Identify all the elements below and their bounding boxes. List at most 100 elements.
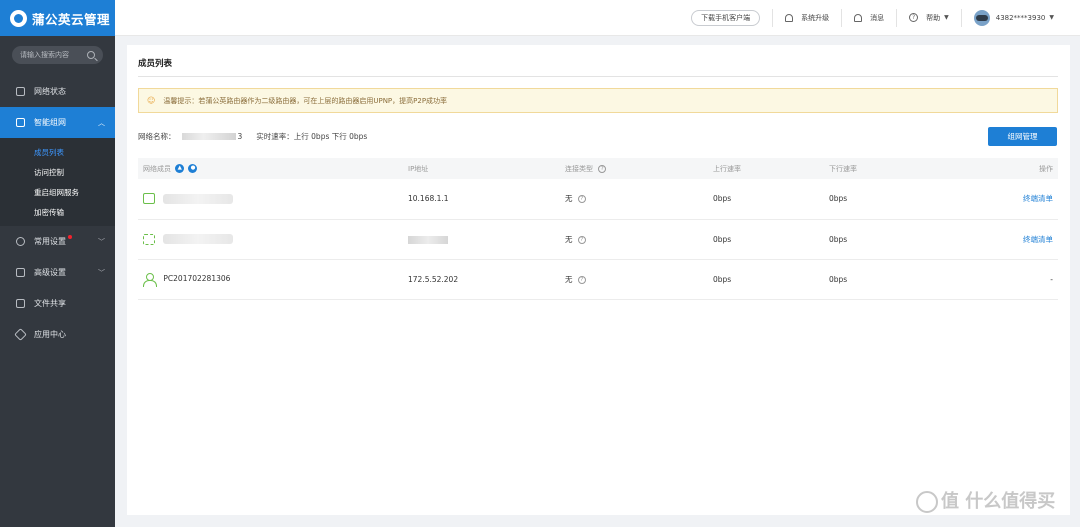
type-cell: 无 ? bbox=[560, 179, 708, 220]
caret-down-icon: ▼ bbox=[1049, 14, 1054, 21]
messages-link[interactable]: 消息 bbox=[841, 8, 896, 27]
help-label: 帮助 bbox=[926, 13, 941, 22]
download-cell: 0bps bbox=[824, 179, 974, 220]
help-icon[interactable]: ? bbox=[577, 235, 586, 244]
smart-network-icon bbox=[16, 118, 25, 127]
action-cell: 终端清单 bbox=[974, 179, 1058, 220]
upload-cell: 0bps bbox=[708, 179, 824, 220]
column-header-action: 操作 bbox=[974, 158, 1058, 179]
sidebar-subitem-member-list[interactable]: 成员列表 bbox=[0, 142, 115, 162]
avatar bbox=[973, 9, 990, 26]
type-cell: 无 ? bbox=[560, 219, 708, 260]
sidebar-item-smart-network[interactable]: 智能组网 ︿ bbox=[0, 107, 115, 138]
bell-icon bbox=[854, 13, 863, 22]
column-label: 网络成员 bbox=[143, 164, 171, 173]
logo-bar: 蒲公英云管理 bbox=[0, 0, 115, 36]
title-divider bbox=[138, 76, 1058, 77]
router-icon bbox=[143, 233, 155, 245]
sidebar-subitem-encrypted-transfer[interactable]: 加密传输 bbox=[0, 202, 115, 222]
router-icon bbox=[143, 193, 155, 205]
user-id: 4382****3930 bbox=[995, 13, 1046, 22]
column-label: 连接类型 bbox=[565, 164, 593, 173]
system-upgrade-link[interactable]: 系统升级 bbox=[772, 8, 841, 27]
tip-notice: ☺ 温馨提示：若蒲公英路由器作为二级路由器，可在上层的路由器启用UPNP，提高P… bbox=[138, 88, 1058, 113]
caret-down-icon: ▼ bbox=[944, 14, 949, 21]
main-panel: 成员列表 ☺ 温馨提示：若蒲公英路由器作为二级路由器，可在上层的路由器启用UPN… bbox=[127, 45, 1070, 515]
type-value: 无 bbox=[565, 234, 573, 244]
sidebar-item-app-center[interactable]: 应用中心 bbox=[0, 319, 115, 350]
help-icon[interactable]: ? bbox=[598, 164, 607, 173]
column-header-type: 连接类型 ? bbox=[560, 158, 708, 179]
ip-redacted bbox=[408, 235, 448, 244]
advanced-settings-icon bbox=[16, 268, 25, 277]
member-cell: PC201702281306 bbox=[138, 259, 403, 300]
page-title: 成员列表 bbox=[138, 59, 173, 69]
action-cell: - bbox=[974, 259, 1058, 300]
app-title: 蒲公英云管理 bbox=[32, 11, 111, 27]
help-menu[interactable]: ? 帮助 ▼ bbox=[896, 8, 961, 27]
sidebar-item-advanced-settings[interactable]: 高级设置 ﹀ bbox=[0, 257, 115, 288]
system-upgrade-label: 系统升级 bbox=[801, 13, 830, 22]
sidebar-subitem-restart-service[interactable]: 重启组网服务 bbox=[0, 182, 115, 202]
help-icon[interactable]: ? bbox=[577, 275, 586, 284]
sidebar-item-network-status[interactable]: 网络状态 bbox=[0, 76, 115, 107]
table-row: 无 ? 0bps 0bps 终端清单 bbox=[138, 219, 1058, 260]
user-menu[interactable]: 4382****3930 ▼ bbox=[960, 8, 1066, 27]
watermark-logo-icon bbox=[916, 491, 938, 513]
gear-icon bbox=[16, 237, 25, 246]
search-icon[interactable] bbox=[87, 51, 95, 59]
column-header-member: 网络成员 ▲ ● bbox=[138, 158, 403, 179]
network-info: 网络名称： 3 实时速率： 上行 0bps 下行 0bps bbox=[138, 131, 367, 142]
member-name: PC201702281306 bbox=[163, 274, 231, 283]
download-cell: 0bps bbox=[824, 219, 974, 260]
sidebar-nav: 网络状态 智能组网 ︿ 成员列表 访问控制 重启组网服务 加密传输 常用设置 ﹀… bbox=[0, 76, 115, 350]
sidebar-item-label: 网络状态 bbox=[34, 87, 66, 96]
network-status-icon bbox=[16, 87, 25, 96]
download-cell: 0bps bbox=[824, 259, 974, 300]
table-row: 10.168.1.1 无 ? 0bps 0bps 终端清单 bbox=[138, 179, 1058, 220]
sidebar-item-label: 高级设置 bbox=[34, 268, 66, 277]
messages-label: 消息 bbox=[870, 13, 885, 22]
column-header-ip: IP地址 bbox=[403, 158, 560, 179]
watermark-text: 值 什么值得买 bbox=[941, 491, 1056, 512]
column-header-upload: 上行速率 bbox=[708, 158, 824, 179]
member-cell bbox=[138, 219, 403, 260]
top-header: 下载手机客户端 系统升级 消息 ? 帮助 ▼ 4382****3930 ▼ bbox=[115, 0, 1080, 36]
sidebar-item-label: 应用中心 bbox=[34, 330, 66, 339]
network-manage-button[interactable]: 组网管理 bbox=[988, 127, 1057, 146]
network-name-suffix: 3 bbox=[237, 132, 243, 141]
chevron-up-icon: ︿ bbox=[98, 118, 105, 127]
logo-icon bbox=[10, 9, 27, 27]
table-row: PC201702281306 172.5.52.202 无 ? 0bps 0bp… bbox=[138, 259, 1058, 300]
sidebar-search-input[interactable]: 请输入搜索内容 bbox=[12, 46, 103, 64]
lan-filter-icon[interactable]: ▲ bbox=[175, 164, 185, 173]
user-filter-icon[interactable]: ● bbox=[188, 164, 198, 173]
type-value: 无 bbox=[565, 274, 573, 284]
sidebar: 蒲公英云管理 请输入搜索内容 网络状态 智能组网 ︿ 成员列表 访问控制 重启组… bbox=[0, 0, 115, 527]
help-icon[interactable]: ? bbox=[577, 195, 586, 204]
member-name-redacted bbox=[163, 193, 234, 204]
sidebar-submenu: 成员列表 访问控制 重启组网服务 加密传输 bbox=[0, 138, 115, 226]
app-center-icon bbox=[14, 328, 27, 341]
download-client-button[interactable]: 下载手机客户端 bbox=[691, 9, 761, 26]
notice-text: 温馨提示：若蒲公英路由器作为二级路由器，可在上层的路由器启用UPNP，提高P2P… bbox=[163, 96, 448, 105]
sidebar-item-label: 常用设置 bbox=[34, 237, 66, 246]
ip-cell bbox=[403, 219, 560, 260]
network-name-label: 网络名称： bbox=[138, 132, 176, 141]
sidebar-item-file-sharing[interactable]: 文件共享 bbox=[0, 288, 115, 319]
member-cell bbox=[138, 179, 403, 220]
sidebar-item-label: 文件共享 bbox=[34, 299, 66, 308]
search-placeholder: 请输入搜索内容 bbox=[20, 51, 69, 59]
user-icon bbox=[143, 273, 157, 287]
device-list-link[interactable]: 终端清单 bbox=[1023, 235, 1053, 244]
network-name-redacted bbox=[181, 133, 236, 140]
ip-cell: 10.168.1.1 bbox=[403, 179, 560, 220]
upload-cell: 0bps bbox=[708, 219, 824, 260]
chevron-down-icon: ﹀ bbox=[98, 268, 105, 277]
realtime-rate-value: 上行 0bps 下行 0bps bbox=[293, 132, 368, 141]
sidebar-item-common-settings[interactable]: 常用设置 ﹀ bbox=[0, 226, 115, 257]
sidebar-subitem-access-control[interactable]: 访问控制 bbox=[0, 162, 115, 182]
upload-cell: 0bps bbox=[708, 259, 824, 300]
device-list-link[interactable]: 终端清单 bbox=[1023, 194, 1053, 203]
member-table: 网络成员 ▲ ● IP地址 连接类型 ? 上行速率 下行速率 操作 10.168… bbox=[138, 158, 1058, 300]
